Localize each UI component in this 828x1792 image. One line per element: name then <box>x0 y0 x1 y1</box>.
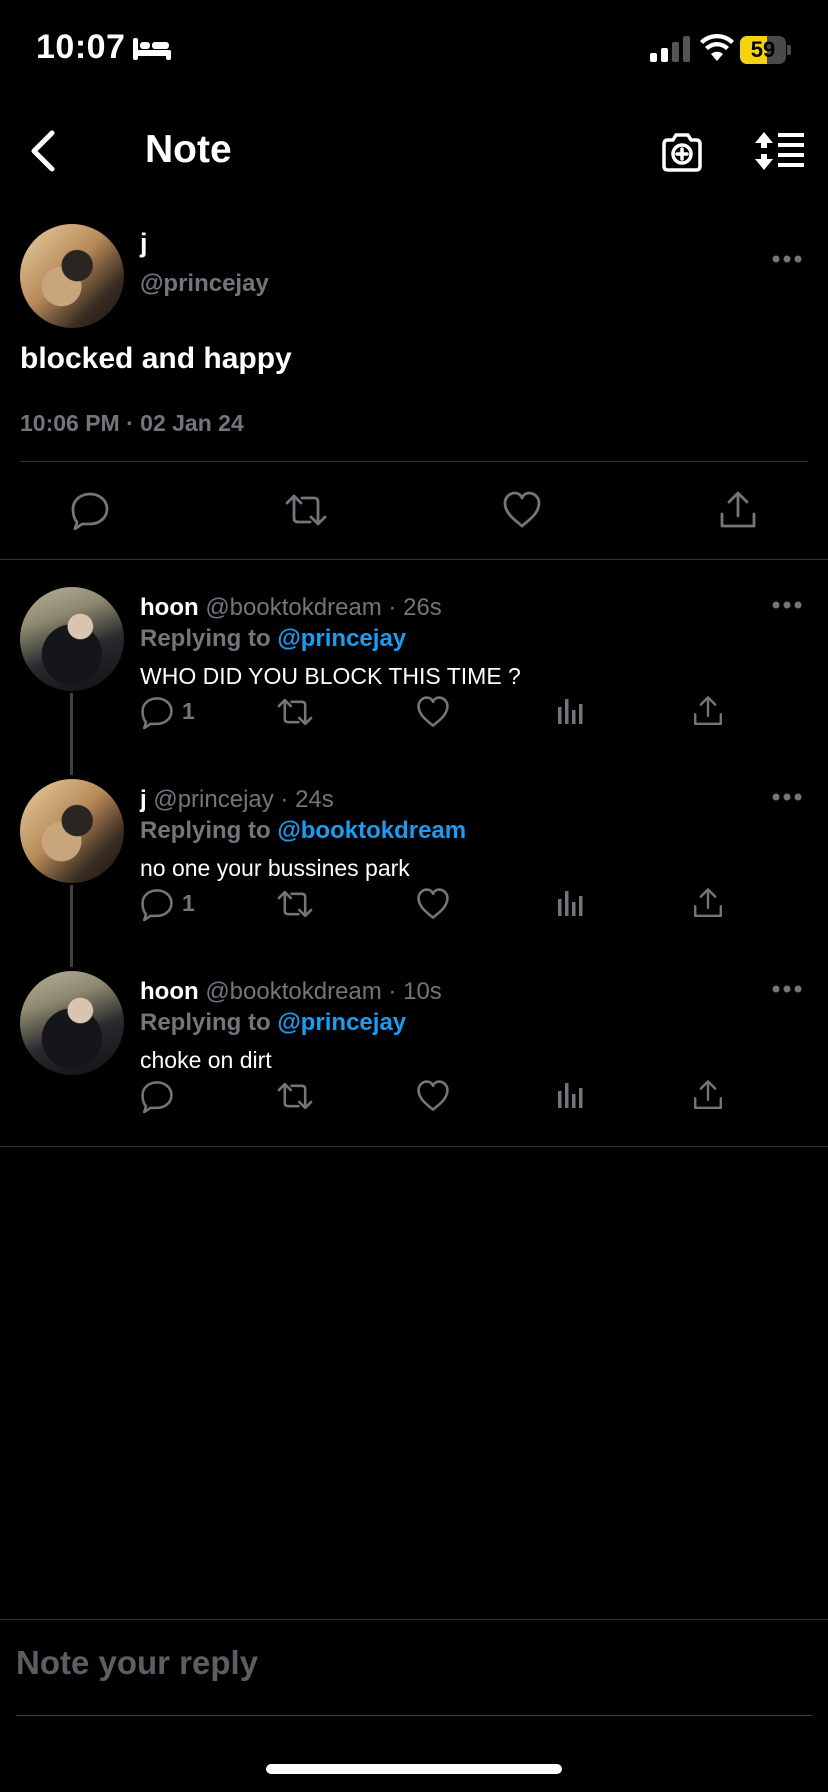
reply-text: no one your bussines park <box>140 855 410 881</box>
author-name[interactable]: j <box>140 228 148 259</box>
reply-button[interactable] <box>140 1079 174 1113</box>
reply-header[interactable]: hoon @booktokdream · 26s <box>140 594 442 622</box>
reply-input[interactable] <box>16 1644 796 1682</box>
views-button[interactable] <box>556 695 590 729</box>
reply-button[interactable] <box>70 490 110 530</box>
share-button[interactable] <box>692 887 726 921</box>
like-button[interactable] <box>416 887 450 921</box>
author-handle[interactable]: @princejay <box>140 270 269 298</box>
wifi-icon <box>700 34 734 62</box>
comment-icon <box>141 889 173 921</box>
heart-icon <box>417 696 449 727</box>
views-button[interactable] <box>556 887 590 921</box>
share-icon <box>694 696 722 725</box>
post-text: blocked and happy <box>20 342 292 375</box>
like-button[interactable] <box>416 1079 450 1113</box>
avatar[interactable] <box>20 587 124 691</box>
share-icon <box>720 491 756 528</box>
share-icon <box>694 1080 722 1109</box>
input-underline <box>16 1715 812 1716</box>
reply-meta: @booktokdream · 10s <box>205 978 442 1005</box>
thread-line <box>70 885 73 967</box>
reply-button[interactable] <box>140 887 174 921</box>
signal-icon <box>650 36 692 62</box>
divider <box>0 1619 828 1620</box>
battery-indicator: 59 <box>740 36 791 64</box>
comment-icon <box>141 1081 173 1113</box>
share-button[interactable] <box>692 695 726 729</box>
divider <box>0 559 828 560</box>
repost-icon <box>277 1082 313 1110</box>
sort-button[interactable] <box>754 130 806 172</box>
analytics-icon <box>558 1083 583 1108</box>
like-button[interactable] <box>502 490 542 530</box>
repost-icon <box>277 890 313 918</box>
replying-to: Replying to @princejay <box>140 1009 407 1036</box>
reply-author-name[interactable]: j <box>140 786 147 813</box>
reply-header[interactable]: j @princejay · 24s <box>140 786 334 814</box>
comment-icon <box>141 697 173 729</box>
replying-to: Replying to @princejay <box>140 625 407 652</box>
replying-to: Replying to @booktokdream <box>140 817 467 844</box>
camera-plus-icon <box>662 133 702 172</box>
reply-text: choke on dirt <box>140 1047 272 1073</box>
reply-author-name[interactable]: hoon <box>140 594 199 621</box>
more-options-icon[interactable] <box>772 254 802 264</box>
back-button[interactable] <box>24 128 66 174</box>
views-button[interactable] <box>556 1079 590 1113</box>
repost-icon <box>277 698 313 726</box>
repost-button[interactable] <box>276 695 313 729</box>
mention-link[interactable]: @booktokdream <box>277 817 466 844</box>
battery-level: 59 <box>750 37 776 62</box>
heart-icon <box>417 888 449 919</box>
repost-button[interactable] <box>284 490 327 530</box>
heart-icon <box>417 1080 449 1111</box>
post-timestamp: 10:06 PM · 02 Jan 24 <box>20 410 244 436</box>
thread-line <box>70 693 73 775</box>
heart-icon <box>503 491 541 528</box>
repost-button[interactable] <box>276 1079 313 1113</box>
comment-icon <box>71 492 109 530</box>
reply-meta: @booktokdream · 26s <box>205 594 442 621</box>
share-icon <box>694 888 722 917</box>
divider <box>0 1146 828 1147</box>
reply-meta: @princejay · 24s <box>153 786 334 813</box>
sort-arrows-icon <box>755 132 804 170</box>
like-button[interactable] <box>416 695 450 729</box>
camera-button[interactable] <box>660 130 704 174</box>
more-options-icon[interactable] <box>772 984 802 994</box>
reply-count: 1 <box>182 698 195 724</box>
analytics-icon <box>558 891 583 916</box>
mention-link[interactable]: @princejay <box>277 625 406 652</box>
reply-button[interactable] <box>140 695 174 729</box>
more-options-icon[interactable] <box>772 792 802 802</box>
bed-icon <box>132 36 172 62</box>
repost-button[interactable] <box>276 887 313 921</box>
repost-icon <box>285 494 327 526</box>
reply-author-name[interactable]: hoon <box>140 978 199 1005</box>
reply-header[interactable]: hoon @booktokdream · 10s <box>140 978 442 1006</box>
reply-text: WHO DID YOU BLOCK THIS TIME ? <box>140 663 521 689</box>
avatar[interactable] <box>20 779 124 883</box>
avatar[interactable] <box>20 224 124 328</box>
home-indicator <box>266 1764 562 1774</box>
mention-link[interactable]: @princejay <box>277 1009 406 1036</box>
share-button[interactable] <box>718 490 758 530</box>
divider <box>20 461 808 462</box>
avatar[interactable] <box>20 971 124 1075</box>
analytics-icon <box>558 699 583 724</box>
page-title: Note <box>145 128 232 171</box>
more-options-icon[interactable] <box>772 600 802 610</box>
share-button[interactable] <box>692 1079 726 1113</box>
status-time: 10:07 <box>36 28 126 66</box>
reply-count: 1 <box>182 890 195 916</box>
